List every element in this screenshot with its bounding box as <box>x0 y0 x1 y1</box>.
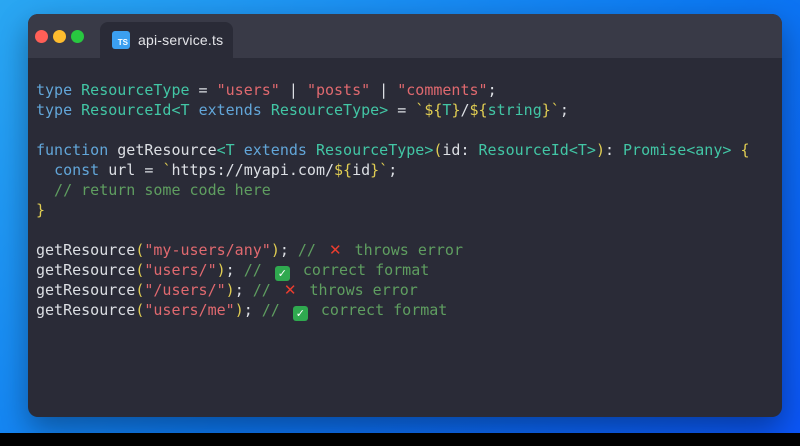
code-token: ResourceType> <box>315 141 434 159</box>
code-token: | <box>279 81 307 99</box>
close-button[interactable] <box>35 29 48 43</box>
code-token: ResourceId<T <box>81 101 190 119</box>
code-token: getResource <box>36 261 136 279</box>
code-line: } <box>36 200 774 220</box>
typescript-file-icon: TS <box>112 31 130 49</box>
code-token: <T <box>216 141 235 159</box>
code-token: type <box>36 81 73 99</box>
code-token: url = <box>99 161 163 179</box>
code-token: correct format <box>293 261 430 279</box>
code-token: "posts" <box>306 81 371 99</box>
code-area[interactable]: type ResourceType = "users" | "posts" | … <box>28 58 782 321</box>
cross-mark-icon: ✕ <box>329 241 342 259</box>
code-token: / <box>460 101 470 119</box>
code-line: getResource("users/"); // ✓ correct form… <box>36 260 774 281</box>
code-token: const <box>54 161 100 179</box>
code-token: ResourceType <box>81 81 190 99</box>
code-token: "comments" <box>397 81 488 99</box>
code-token: id: <box>442 141 479 159</box>
code-token: = <box>189 81 217 99</box>
check-mark-icon: ✓ <box>292 306 308 321</box>
letterbox-bar <box>0 433 800 446</box>
code-token: throws error <box>300 281 418 299</box>
code-token: }` <box>541 101 560 119</box>
code-token: "my-users/any" <box>144 241 271 259</box>
code-token: // return some code here <box>36 181 271 199</box>
code-token: // <box>261 301 289 319</box>
code-token: id <box>352 161 371 179</box>
code-token: ; <box>234 281 253 299</box>
window-title-bar: TS api-service.ts <box>28 14 782 58</box>
code-token: throws error <box>345 241 463 259</box>
code-token: "users/" <box>144 261 217 279</box>
code-token: ) <box>595 141 605 159</box>
code-token: ; <box>279 241 298 259</box>
code-line: getResource("/users/"); // ✕ throws erro… <box>36 280 774 300</box>
code-token: https://myapi.com/ <box>171 161 335 179</box>
code-editor-window: TS api-service.ts type ResourceType = "u… <box>28 14 782 417</box>
code-token: }` <box>370 161 389 179</box>
code-token: // <box>243 261 271 279</box>
code-token: ${ <box>334 161 353 179</box>
code-line: const url = `https://myapi.com/${id}`; <box>36 160 774 180</box>
code-token: function <box>36 141 109 159</box>
code-token: ) <box>270 241 280 259</box>
code-token: ResourceId<T> <box>478 141 596 159</box>
code-token: // <box>252 281 280 299</box>
cross-mark-icon: ✕ <box>283 281 297 299</box>
code-token: getResource <box>36 281 136 299</box>
code-token: Promise<any> <box>623 141 732 159</box>
code-token: } <box>36 201 46 219</box>
code-token: ${ <box>469 101 488 119</box>
code-token: "users" <box>216 81 280 99</box>
tab-label: api-service.ts <box>138 32 224 48</box>
code-token: extends <box>198 101 262 119</box>
code-token: getResource <box>36 241 136 259</box>
code-line: // return some code here <box>36 180 774 200</box>
code-token: string <box>487 101 542 119</box>
code-token: ) <box>225 281 235 299</box>
code-token: getResource <box>36 301 136 319</box>
code-token: ResourceType> <box>270 101 389 119</box>
code-line: type ResourceId<T extends ResourceType> … <box>36 100 774 120</box>
traffic-lights <box>28 29 84 43</box>
code-token: getResource <box>108 141 217 159</box>
tab-api-service[interactable]: TS api-service.ts <box>100 22 233 58</box>
check-mark-icon: ✓ <box>274 266 290 281</box>
code-token: ) <box>234 301 244 319</box>
code-token: type <box>36 101 73 119</box>
code-token: correct format <box>311 301 448 319</box>
zoom-button[interactable] <box>71 29 84 43</box>
code-token: "users/me" <box>144 301 235 319</box>
code-token: extends <box>243 141 307 159</box>
code-token: ) <box>216 261 226 279</box>
code-token: "/users/" <box>144 281 226 299</box>
code-line: getResource("my-users/any"); // ✕ throws… <box>36 240 774 260</box>
code-line: function getResource<T extends ResourceT… <box>36 140 774 160</box>
code-token: : <box>604 141 624 159</box>
code-token: ; <box>243 301 262 319</box>
code-token: ; <box>388 161 398 179</box>
code-token: ; <box>559 101 569 119</box>
code-token: { <box>740 141 750 159</box>
code-token: ; <box>225 261 244 279</box>
code-line: type ResourceType = "users" | "posts" | … <box>36 80 774 100</box>
code-token: `${ <box>415 101 443 119</box>
code-token: | <box>370 81 398 99</box>
code-token: ; <box>487 81 497 99</box>
code-token: = <box>388 101 416 119</box>
minimize-button[interactable] <box>53 29 66 43</box>
code-line: getResource("users/me"); // ✓ correct fo… <box>36 300 774 321</box>
code-token: // <box>297 241 325 259</box>
